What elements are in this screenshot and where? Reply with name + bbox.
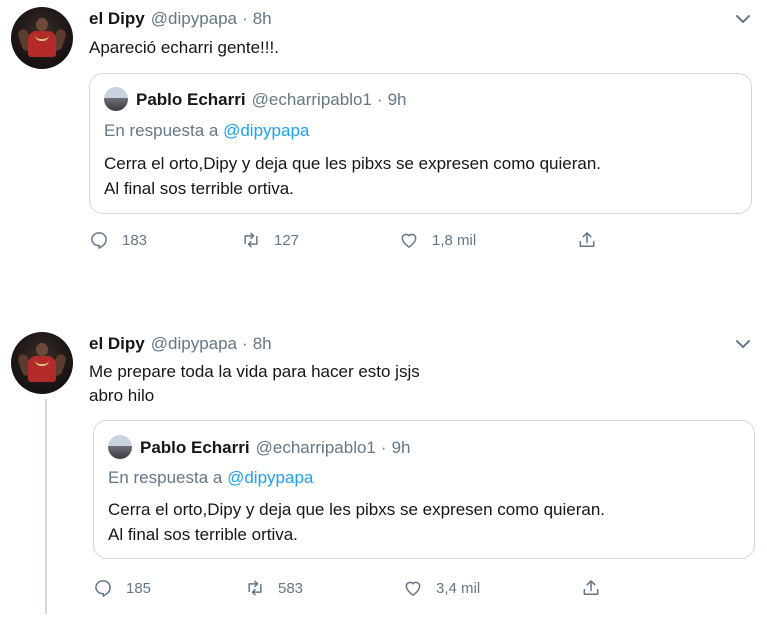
retweet-icon — [244, 232, 258, 248]
separator-dot: · — [242, 334, 248, 353]
reply-button[interactable]: 183 — [89, 228, 147, 252]
retweet-button[interactable]: 127 — [241, 228, 299, 252]
avatar-figure-head — [36, 343, 48, 356]
reply-to-prefix: En respuesta a — [104, 121, 219, 140]
author-name[interactable]: el Dipy — [89, 334, 145, 354]
tweet-text: Me prepare toda la vida para hacer esto … — [89, 362, 420, 405]
retweet-button[interactable]: 583 — [245, 576, 303, 600]
share-button[interactable] — [577, 228, 597, 252]
like-button[interactable]: 1,8 mil — [399, 228, 476, 252]
share-button[interactable] — [581, 576, 601, 600]
share-icon — [583, 580, 599, 595]
tweet-header: el Dipy @dipypapa · 8h — [89, 9, 272, 29]
tweet-header: el Dipy @dipypapa · 8h — [89, 334, 272, 354]
reply-icon — [95, 580, 111, 597]
quoted-header: Pablo Echarri @echarripablo1 · 9h — [140, 438, 410, 458]
quoted-header: Pablo Echarri @echarripablo1 · 9h — [136, 90, 406, 110]
like-icon — [405, 581, 421, 596]
separator-dot: · — [242, 9, 248, 28]
tweet-time[interactable]: 8h — [253, 334, 272, 354]
tweet[interactable]: el Dipy @dipypapa · 8h Apareció echarri … — [0, 0, 767, 262]
reply-count: 183 — [122, 231, 148, 249]
author-handle[interactable]: @dipypapa — [151, 9, 237, 29]
quoted-author-name: Pablo Echarri — [136, 90, 246, 109]
like-count: 1,8 mil — [432, 231, 477, 249]
separator-dot: · — [380, 438, 387, 457]
avatar[interactable] — [11, 332, 73, 394]
action-bar: 185 583 3,4 mil — [93, 576, 613, 600]
quoted-text: Cerra el orto,Dipy y deja que les pibxs … — [108, 500, 606, 544]
quoted-avatar[interactable] — [108, 435, 132, 459]
tweet-text: Apareció echarri gente!!!. — [89, 38, 279, 57]
quoted-time: 9h — [387, 90, 407, 109]
retweet-icon — [248, 580, 262, 596]
quoted-author-name: Pablo Echarri — [140, 438, 250, 457]
reply-count: 185 — [126, 579, 152, 597]
tweet-time[interactable]: 8h — [253, 9, 272, 29]
chevron-down-icon[interactable] — [734, 12, 752, 26]
thread-line — [45, 399, 47, 614]
quoted-author-handle: @echarripablo1 — [255, 438, 376, 457]
like-count: 3,4 mil — [436, 579, 481, 597]
quoted-avatar[interactable] — [104, 87, 128, 111]
reply-button[interactable]: 185 — [93, 576, 151, 600]
like-icon — [401, 233, 417, 248]
reply-to-mention[interactable]: @dipypapa — [227, 468, 313, 487]
retweet-count: 583 — [278, 579, 304, 597]
author-name[interactable]: el Dipy — [89, 9, 145, 29]
reply-to-line: En respuesta a @dipypapa — [104, 121, 309, 141]
chevron-down-icon[interactable] — [734, 337, 752, 351]
share-icon — [579, 232, 595, 247]
reply-icon — [91, 232, 107, 249]
avatar[interactable] — [11, 7, 73, 69]
like-button[interactable]: 3,4 mil — [403, 576, 480, 600]
reply-to-prefix: En respuesta a — [108, 468, 223, 487]
action-bar: 183 127 1,8 mil — [89, 228, 609, 252]
reply-to-line: En respuesta a @dipypapa — [108, 468, 313, 488]
quoted-author-handle: @echarripablo1 — [251, 90, 372, 109]
retweet-count: 127 — [274, 231, 300, 249]
author-handle[interactable]: @dipypapa — [151, 334, 237, 354]
quoted-tweet[interactable]: Pablo Echarri @echarripablo1 · 9h En res… — [93, 420, 755, 559]
separator-dot: · — [376, 90, 383, 109]
quoted-text: Cerra el orto,Dipy y deja que les pibxs … — [104, 154, 602, 198]
avatar-figure-head — [36, 18, 48, 31]
tweet[interactable]: el Dipy @dipypapa · 8h Me prepare toda l… — [0, 323, 767, 620]
quoted-time: 9h — [391, 438, 411, 457]
reply-to-mention[interactable]: @dipypapa — [223, 121, 309, 140]
quoted-tweet[interactable]: Pablo Echarri @echarripablo1 · 9h En res… — [89, 73, 752, 214]
